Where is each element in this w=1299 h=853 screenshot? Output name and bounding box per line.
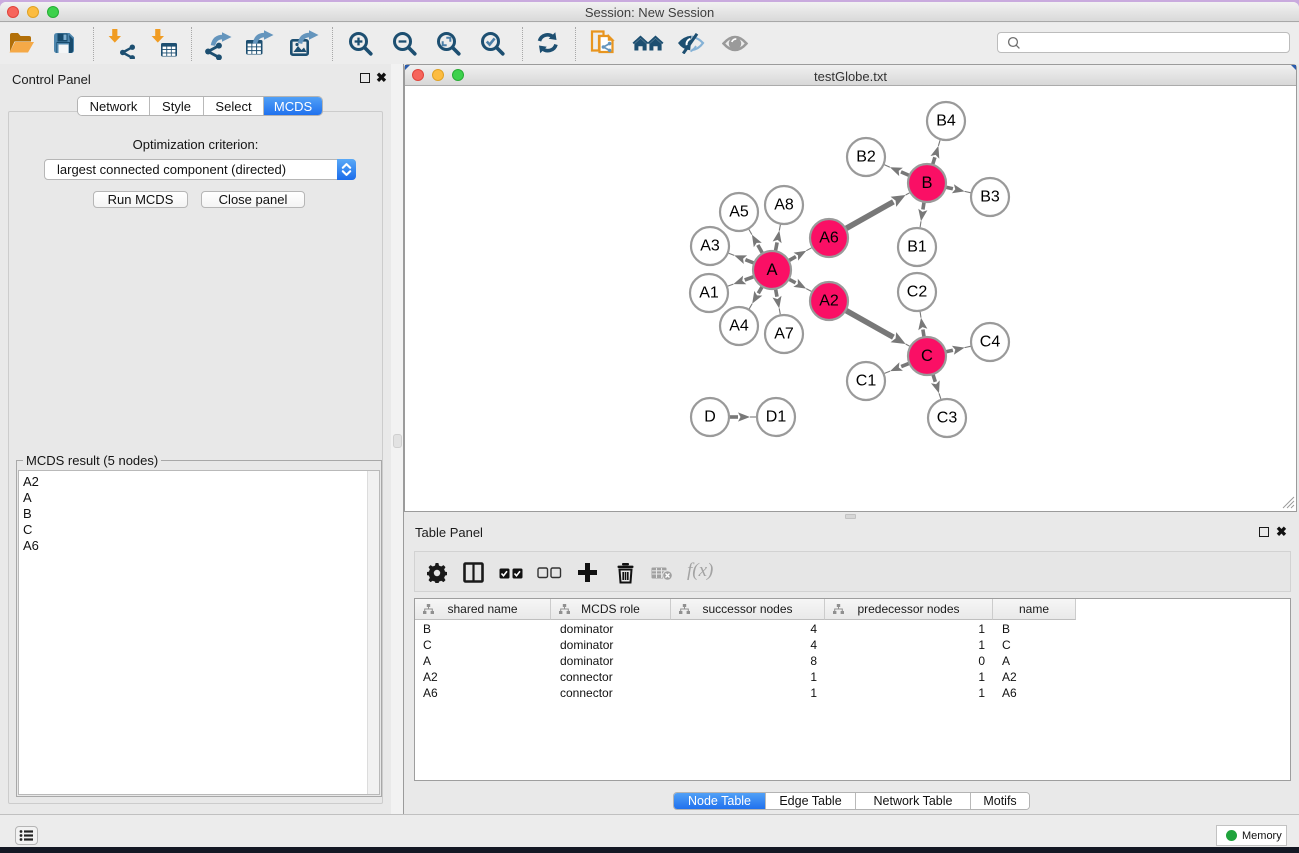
svg-text:A5: A5 (729, 204, 749, 221)
svg-text:A4: A4 (729, 318, 749, 335)
svg-text:A2: A2 (819, 293, 839, 310)
svg-text:A7: A7 (774, 326, 794, 343)
svg-text:A3: A3 (700, 238, 720, 255)
svg-text:D1: D1 (766, 409, 787, 426)
svg-text:C3: C3 (937, 410, 958, 427)
svg-text:D: D (704, 409, 716, 426)
svg-text:A1: A1 (699, 285, 719, 302)
svg-text:A6: A6 (819, 230, 839, 247)
svg-text:A8: A8 (774, 197, 794, 214)
svg-text:B2: B2 (856, 149, 876, 166)
svg-text:B3: B3 (980, 189, 1000, 206)
svg-text:C: C (921, 347, 933, 365)
svg-text:C4: C4 (980, 334, 1001, 351)
svg-text:B: B (921, 174, 932, 192)
svg-text:B4: B4 (936, 113, 956, 130)
svg-text:C1: C1 (856, 373, 877, 390)
svg-text:A: A (766, 261, 777, 279)
svg-text:B1: B1 (907, 239, 927, 256)
svg-text:C2: C2 (907, 284, 928, 301)
